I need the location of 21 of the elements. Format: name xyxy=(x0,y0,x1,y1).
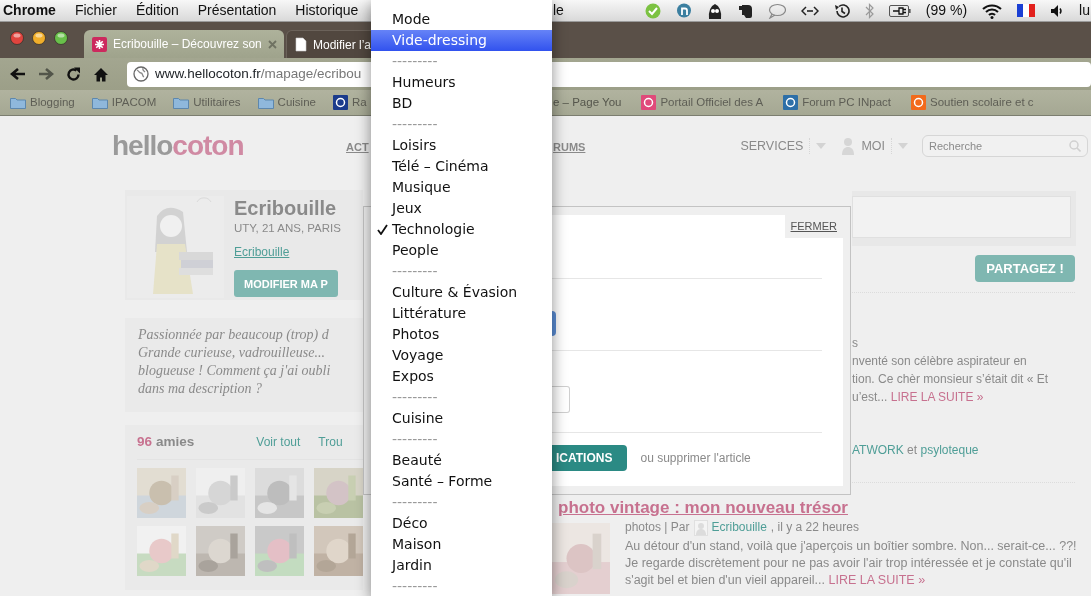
article-category: photos | Par xyxy=(625,519,690,536)
feed-text: s xyxy=(852,335,859,352)
feed-text: u’est... LIRE LA SUITE » xyxy=(852,389,985,406)
description-text: dans ma description ? xyxy=(138,380,264,398)
friends-count: 96 amies xyxy=(137,432,195,451)
feed-text: nventé son célèbre aspirateur en xyxy=(852,353,1028,370)
feed-text: tion. Ce chèr monsieur s’était dit « Et xyxy=(852,371,1050,388)
description-text: Passionnée par beaucoup (trop) d xyxy=(138,326,330,344)
profile-info: UTY, 21 ANS, PARIS xyxy=(234,221,341,236)
menu-option: --------- xyxy=(371,429,552,450)
article-text: Au détour d'un stand, voilà que j'aperçois un boîtier sombre. Non... serait-ce... ??! Je regarde discrètement pour ne pas avoir l'air trop intéressée et je constate qu'il s'agit bel et bien d'un vieil appareil... LIRE LA SUITE » xyxy=(625,538,1078,589)
menu-option: --------- xyxy=(371,261,552,282)
likes-text: ATWORK et psyloteque xyxy=(852,442,980,459)
menu-option: --------- xyxy=(371,114,552,135)
description-text: Grande curieuse, vadrouilleuse... xyxy=(138,344,326,362)
profile-name: Ecribouille xyxy=(234,196,337,220)
menu-option: --------- xyxy=(371,492,552,513)
description-text: blogueuse ! Comment ça j'ai oubli xyxy=(138,362,332,380)
article-time: , il y a 22 heures xyxy=(770,519,859,536)
menu-option: --------- xyxy=(371,576,552,596)
menu-option: --------- xyxy=(371,387,552,408)
